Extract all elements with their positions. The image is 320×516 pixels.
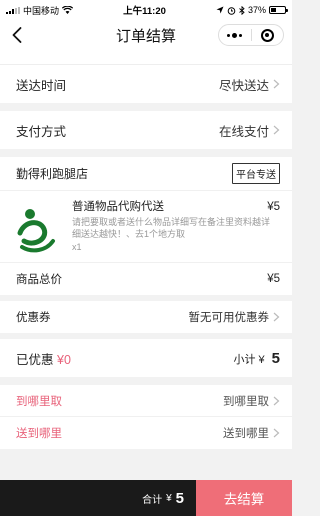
- discount-row: 已优惠 ¥0 小计 ¥ 5: [0, 339, 292, 377]
- product-top: 普通物品代购代送 ¥5: [72, 201, 280, 213]
- coupon-label: 优惠券: [16, 312, 51, 324]
- more-dots-icon: [227, 32, 243, 38]
- subtotal: 小计 ¥ 5: [234, 350, 280, 367]
- page-title: 订单结算: [115, 27, 176, 45]
- total-value: 5: [175, 489, 184, 507]
- status-left: 中国移动: [6, 4, 74, 17]
- goods-total-value: ¥5: [267, 273, 280, 285]
- back-button[interactable]: [8, 26, 26, 44]
- pickup-value: 到哪里取: [223, 395, 269, 408]
- payment-method-label: 支付方式: [16, 124, 67, 139]
- coupon-value-wrap: 暂无可用优惠券: [189, 309, 281, 325]
- signal-icon: [6, 6, 20, 14]
- clock: 上午11:20: [123, 6, 166, 17]
- product-quantity: x1: [72, 242, 82, 252]
- chevron-right-icon: [273, 428, 280, 438]
- shop-name: 勤得利跑腿店: [16, 167, 89, 181]
- delivery-time-value: 尽快送达: [218, 78, 269, 93]
- total-label: 合计: [142, 494, 163, 506]
- shop-logo: [17, 209, 55, 253]
- chevron-right-icon: [273, 79, 280, 89]
- status-right: 37%: [216, 5, 288, 15]
- discount-label: 已优惠: [16, 352, 54, 367]
- goods-total-label: 商品总价: [16, 274, 62, 286]
- delivery-badge: 平台专送: [232, 163, 280, 184]
- chevron-right-icon: [273, 396, 280, 405]
- discount-value: ¥0: [57, 352, 71, 367]
- pickup-address-row[interactable]: 到哪里取 到哪里取: [0, 385, 292, 417]
- payment-method-row[interactable]: 支付方式 在线支付: [0, 111, 292, 149]
- more-button[interactable]: [219, 25, 251, 45]
- location-icon: [216, 6, 224, 14]
- dropoff-address-row[interactable]: 送到哪里 送到哪里: [0, 417, 292, 449]
- discount-wrap: 已优惠 ¥0: [16, 349, 71, 368]
- delivery-time-label: 送达时间: [16, 78, 67, 93]
- close-miniprogram-button[interactable]: [252, 25, 284, 45]
- total-currency: ¥: [166, 492, 172, 504]
- miniprogram-capsule: [218, 24, 284, 46]
- product-name: 普通物品代购代送: [72, 201, 164, 213]
- checkout-bar: 合计 ¥ 5 去结算: [0, 480, 292, 516]
- subtotal-value: 5: [271, 349, 280, 367]
- delivery-time-row[interactable]: 送达时间 尽快送达: [0, 65, 292, 103]
- goods-total-row: 商品总价 ¥5: [0, 263, 292, 295]
- dropoff-value-wrap: 送到哪里: [223, 425, 280, 441]
- payment-method-value: 在线支付: [218, 124, 269, 139]
- target-icon: [260, 28, 274, 42]
- product-description: 请把要取或者送什么物品详细写在备注里资料越详细送达越快！、去1个地方取: [72, 217, 271, 239]
- checkout-button[interactable]: 去结算: [196, 480, 292, 516]
- chevron-right-icon: [273, 125, 280, 135]
- coupon-value: 暂无可用优惠券: [188, 312, 270, 324]
- alarm-icon: [227, 6, 236, 15]
- order-content: 送达时间 尽快送达 支付方式 在线支付 勤得利跑腿店 平台专送 普通物品代购代送…: [0, 50, 292, 480]
- top-strip: [0, 50, 292, 65]
- carrier-name: 中国移动: [23, 5, 60, 16]
- product-info: 普通物品代购代送 ¥5 请把要取或者送什么物品详细写在备注里资料越详细送达越快！…: [72, 201, 280, 262]
- chevron-right-icon: [273, 312, 280, 322]
- battery-icon: [269, 6, 288, 14]
- payment-method-value-wrap: 在线支付: [219, 121, 280, 140]
- bluetooth-icon: [239, 5, 245, 15]
- dropoff-value: 送到哪里: [223, 428, 269, 440]
- pickup-value-wrap: 到哪里取: [223, 393, 280, 409]
- pickup-label: 到哪里取: [16, 395, 62, 408]
- shop-header: 勤得利跑腿店 平台专送: [0, 157, 292, 191]
- total-area: 合计 ¥ 5: [0, 480, 196, 516]
- wifi-icon: [62, 6, 74, 14]
- product-item: 普通物品代购代送 ¥5 请把要取或者送什么物品详细写在备注里资料越详细送达越快！…: [0, 191, 292, 263]
- nav-bar: 订单结算: [0, 20, 292, 50]
- battery-percent: 37%: [247, 5, 266, 15]
- subtotal-label: 小计: [233, 353, 256, 366]
- battery-fill: [271, 8, 276, 12]
- delivery-time-value-wrap: 尽快送达: [219, 75, 280, 94]
- coupon-row[interactable]: 优惠券 暂无可用优惠券: [0, 301, 292, 333]
- status-bar: 中国移动 上午11:20 37%: [0, 0, 292, 20]
- subtotal-currency: ¥: [258, 353, 265, 366]
- back-arrow-icon: [12, 27, 22, 43]
- product-price: ¥5: [267, 201, 280, 213]
- dropoff-label: 送到哪里: [16, 428, 62, 440]
